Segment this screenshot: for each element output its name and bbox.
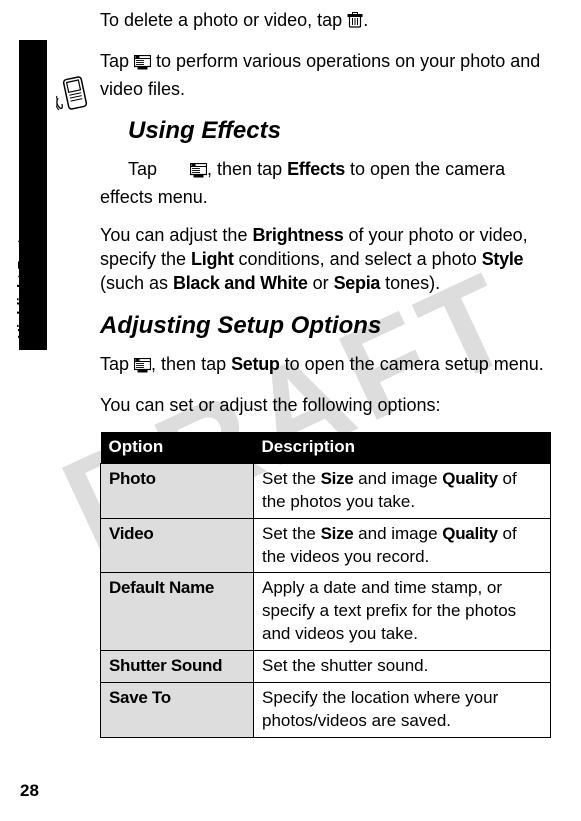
table-row: Shutter Sound Set the shutter sound.: [101, 651, 551, 683]
text: Tap: [100, 51, 134, 71]
paragraph-delete: To delete a photo or video, tap .: [100, 8, 551, 35]
label-quality: Quality: [442, 524, 498, 543]
text: tones).: [380, 273, 440, 293]
menu-icon: [134, 52, 151, 76]
options-table: Option Description Photo Set the Size an…: [100, 432, 551, 738]
option-cell: Photo: [101, 463, 254, 518]
text: to perform various operations on your ph…: [100, 51, 540, 98]
option-cell: Save To: [101, 683, 254, 738]
option-cell: Default Name: [101, 573, 254, 651]
paragraph-adjust: You can adjust the Brightness of your ph…: [100, 223, 551, 296]
text: Set the: [262, 524, 321, 543]
option-cell: Shutter Sound: [101, 651, 254, 683]
heading-using-effects: Using Effects: [128, 115, 551, 147]
text: and image: [353, 469, 442, 488]
heading-setup-options: Adjusting Setup Options: [100, 310, 551, 342]
text: , then tap: [207, 159, 287, 179]
label-effects: Effects: [287, 159, 345, 179]
table-row: Save To Specify the location where your …: [101, 683, 551, 738]
text: and image: [353, 524, 442, 543]
text: or: [308, 273, 334, 293]
label-sepia: Sepia: [334, 273, 381, 293]
menu-icon: [134, 355, 151, 379]
text: (such as: [100, 273, 173, 293]
label-setup: Setup: [231, 354, 280, 374]
section-label: Highlight Features: [14, 208, 34, 340]
text: Tap: [128, 159, 162, 179]
text: To delete a photo or video, tap: [100, 10, 347, 30]
table-row: Photo Set the Size and image Quality of …: [101, 463, 551, 518]
text: You can adjust the: [100, 225, 252, 245]
desc-cell: Specify the location where your photos/v…: [254, 683, 551, 738]
table-row: Video Set the Size and image Quality of …: [101, 518, 551, 573]
label-quality: Quality: [442, 469, 498, 488]
text: Set the: [262, 469, 321, 488]
paragraph-effects-tap: Tap , then tap Effects to open the camer…: [100, 157, 551, 209]
label-bw: Black and White: [173, 273, 308, 293]
text: conditions, and select a photo: [234, 249, 482, 269]
header-description: Description: [254, 432, 551, 463]
trash-icon: [347, 11, 363, 35]
phone-icon: [56, 74, 94, 120]
text: to open the camera setup menu.: [280, 354, 544, 374]
paragraph-options-intro: You can set or adjust the following opti…: [100, 393, 551, 417]
label-style: Style: [482, 249, 524, 269]
paragraph-operations: Tap to perform various operations on you…: [100, 49, 551, 101]
option-cell: Video: [101, 518, 254, 573]
table-header-row: Option Description: [101, 432, 551, 463]
text: , then tap: [151, 354, 231, 374]
paragraph-setup-tap: Tap , then tap Setup to open the camera …: [100, 352, 551, 379]
page-number: 28: [20, 780, 39, 803]
header-option: Option: [101, 432, 254, 463]
label-size: Size: [321, 469, 354, 488]
text: Tap: [100, 354, 134, 374]
desc-cell: Set the Size and image Quality of the ph…: [254, 463, 551, 518]
label-brightness: Brightness: [252, 225, 343, 245]
menu-icon: [162, 160, 207, 184]
label-size: Size: [321, 524, 354, 543]
desc-cell: Set the Size and image Quality of the vi…: [254, 518, 551, 573]
desc-cell: Apply a date and time stamp, or specify …: [254, 573, 551, 651]
desc-cell: Set the shutter sound.: [254, 651, 551, 683]
text: .: [363, 10, 368, 30]
table-row: Default Name Apply a date and time stamp…: [101, 573, 551, 651]
label-light: Light: [191, 249, 233, 269]
